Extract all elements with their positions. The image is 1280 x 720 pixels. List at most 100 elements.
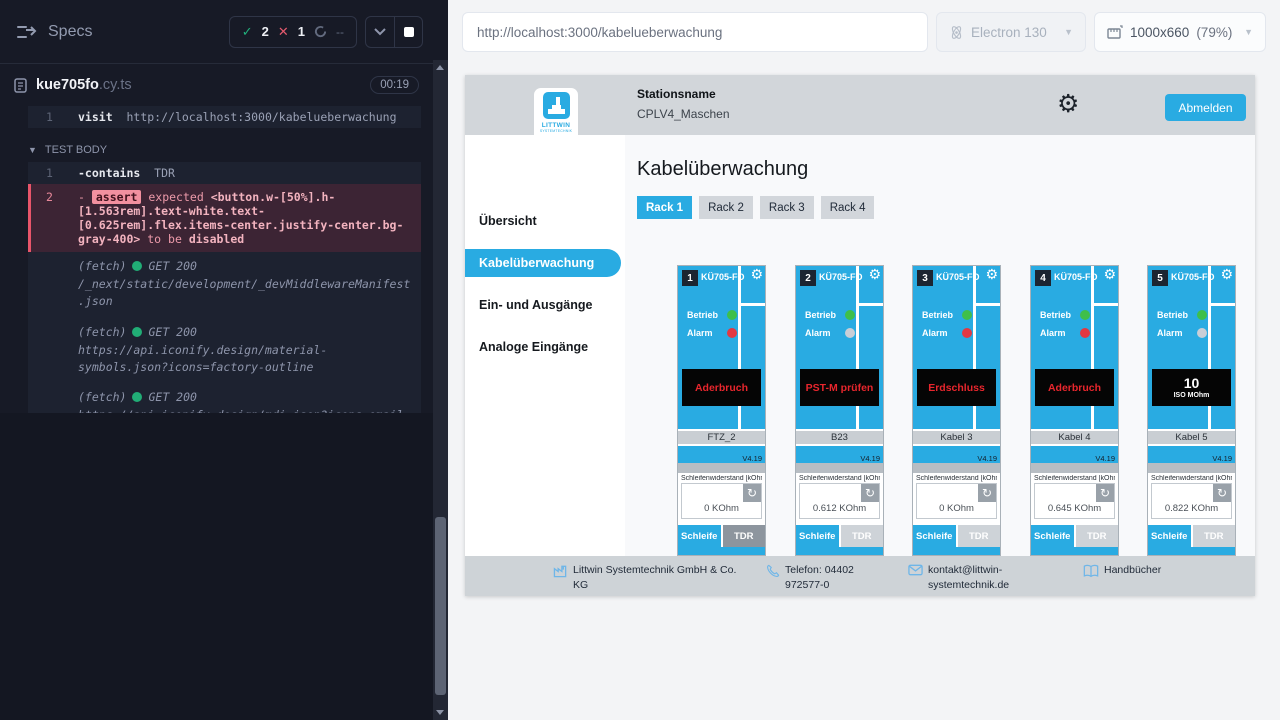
device-settings-gear-icon[interactable]: ⚙ xyxy=(985,267,998,283)
fetch-log-entry[interactable]: (fetch) GET 200 https://api.iconify.desi… xyxy=(28,383,421,413)
rack-tab[interactable]: Rack 2 xyxy=(699,196,753,219)
loop-resistance-value: 0.822 KOhm xyxy=(1152,503,1231,514)
reporter-scrollbar[interactable] xyxy=(433,60,448,720)
collapse-button[interactable] xyxy=(366,17,394,47)
assert-tobe: to be xyxy=(147,232,182,246)
rack-tab[interactable]: Rack 4 xyxy=(821,196,875,219)
station-value: CPLV4_Maschen xyxy=(637,107,730,121)
schleife-button[interactable]: Schleife xyxy=(1148,525,1191,547)
scroll-up-arrow[interactable] xyxy=(436,65,444,70)
footer-phone: Telefon: 04402 972577-0 xyxy=(766,563,888,593)
refresh-icon[interactable]: ↻ xyxy=(1213,484,1231,502)
ruler-icon xyxy=(1107,25,1123,39)
device-model: KÜ705-FO xyxy=(936,272,980,282)
card-separator xyxy=(913,463,1000,473)
sidebar-nav-item[interactable]: Kabelüberwachung xyxy=(465,249,621,277)
fetch-log-entry[interactable]: (fetch) GET 200 https://api.iconify.desi… xyxy=(28,318,421,384)
cable-name: Kabel 3 xyxy=(913,429,1000,446)
device-settings-gear-icon[interactable]: ⚙ xyxy=(1220,267,1233,283)
failed-assert-row[interactable]: 2 - assert expected <button.w-[50%].h-[1… xyxy=(28,184,421,252)
betrieb-label: Betrieb xyxy=(687,310,723,320)
section-label: TEST BODY xyxy=(45,144,107,156)
alarm-label: Alarm xyxy=(1040,328,1076,338)
test-body-section[interactable]: ▼ TEST BODY xyxy=(28,144,421,156)
visit-command-row[interactable]: 1 visit http://localhost:3000/kabelueber… xyxy=(28,106,421,128)
loop-resistance-panel: Schleifenwiderstand [kOhm] ↻ 0.645 KOhm xyxy=(1031,473,1118,525)
loop-resistance-box: ↻ 0.645 KOhm xyxy=(1034,483,1115,519)
device-settings-gear-icon[interactable]: ⚙ xyxy=(868,267,881,283)
contains-arg: TDR xyxy=(154,166,175,180)
loop-resistance-label: Schleifenwiderstand [kOhm] xyxy=(799,475,880,482)
book-icon xyxy=(1083,564,1099,578)
url-input[interactable] xyxy=(462,12,928,52)
app-header: Stationsname CPLV4_Maschen ⚙ Abmelden xyxy=(465,75,1255,135)
card-divider-vertical xyxy=(973,266,976,432)
schleife-button[interactable]: Schleife xyxy=(678,525,721,547)
firmware-version: V4.19 xyxy=(1212,454,1232,463)
sidebar-nav-item[interactable]: Übersicht xyxy=(465,207,625,235)
schleife-button[interactable]: Schleife xyxy=(1031,525,1074,547)
app-footer: Littwin Systemtechnik GmbH & Co. KG Tele… xyxy=(465,556,1255,596)
stop-button[interactable] xyxy=(394,17,422,47)
alarm-led xyxy=(1197,328,1207,338)
refresh-icon[interactable]: ↻ xyxy=(743,484,761,502)
fetch-log-entry[interactable]: (fetch) GET 200 /_next/static/developmen… xyxy=(28,252,421,318)
device-settings-gear-icon[interactable]: ⚙ xyxy=(1103,267,1116,283)
command-log: 1 visit http://localhost:3000/kabelueber… xyxy=(0,106,433,413)
scrollbar-thumb[interactable] xyxy=(435,517,446,695)
littwin-logo: LITTWIN SYSTEMTECHNIK xyxy=(534,88,578,142)
rack-tab[interactable]: Rack 1 xyxy=(637,196,692,219)
spec-file-row[interactable]: kue705fo.cy.ts 00:19 xyxy=(0,64,433,106)
footer-manuals-link[interactable]: Handbücher xyxy=(1083,563,1161,578)
schleife-button[interactable]: Schleife xyxy=(913,525,956,547)
contains-command-row[interactable]: 1 -contains TDR xyxy=(28,162,421,184)
viewport-selector[interactable]: 1000x660 (79%) ▼ xyxy=(1094,12,1266,52)
tdr-button[interactable]: TDR xyxy=(841,525,884,547)
schleife-button[interactable]: Schleife xyxy=(796,525,839,547)
betrieb-label: Betrieb xyxy=(1040,310,1076,320)
card-buttons: Schleife TDR xyxy=(1148,525,1235,547)
refresh-icon[interactable]: ↻ xyxy=(978,484,996,502)
refresh-icon[interactable]: ↻ xyxy=(861,484,879,502)
tdr-button[interactable]: TDR xyxy=(958,525,1001,547)
logout-button[interactable]: Abmelden xyxy=(1165,94,1246,121)
failed-count: 1 xyxy=(298,24,305,39)
test-stats[interactable]: ✓ 2 ✕ 1 -- xyxy=(229,16,357,48)
logo-subtext: SYSTEMTECHNIK xyxy=(540,129,572,133)
rack-tab[interactable]: Rack 3 xyxy=(760,196,814,219)
firmware-version: V4.19 xyxy=(977,454,997,463)
device-number: 1 xyxy=(682,270,698,286)
status-display: Aderbruch xyxy=(1035,369,1114,406)
specs-menu-icon[interactable] xyxy=(16,24,38,40)
browser-selector[interactable]: Electron 130 ▼ xyxy=(936,12,1086,52)
refresh-icon[interactable]: ↻ xyxy=(1096,484,1114,502)
viewport-zoom: (79%) xyxy=(1196,25,1232,40)
loop-resistance-value: 0.645 KOhm xyxy=(1035,503,1114,514)
card-buttons: Schleife TDR xyxy=(1031,525,1118,547)
sidebar-nav-item[interactable]: Ein- und Ausgänge xyxy=(465,291,625,319)
loop-resistance-box: ↻ 0 KOhm xyxy=(681,483,762,519)
fetch-prefix: (fetch) xyxy=(78,325,126,339)
device-number: 2 xyxy=(800,270,816,286)
sidebar-nav-item[interactable]: Analoge Eingänge xyxy=(465,333,625,361)
loop-resistance-value: 0.612 KOhm xyxy=(800,503,879,514)
settings-gear-icon[interactable]: ⚙ xyxy=(1057,89,1079,118)
iso-value: 10 xyxy=(1184,376,1200,391)
fetch-status: GET 200 xyxy=(148,259,196,273)
device-settings-gear-icon[interactable]: ⚙ xyxy=(750,267,763,283)
status-text: Erdschluss xyxy=(928,382,985,394)
betrieb-led xyxy=(962,310,972,320)
screen: Specs ✓ 2 ✕ 1 -- xyxy=(0,0,1280,720)
card-separator xyxy=(1031,463,1118,473)
tdr-button[interactable]: TDR xyxy=(723,525,766,547)
card-buttons: Schleife TDR xyxy=(796,525,883,547)
card-divider-horizontal xyxy=(1211,303,1235,306)
scroll-down-arrow[interactable] xyxy=(436,710,444,715)
tdr-button[interactable]: TDR xyxy=(1076,525,1119,547)
tdr-button[interactable]: TDR xyxy=(1193,525,1236,547)
footer-email[interactable]: kontakt@littwin-systemtechnik.de xyxy=(908,563,1043,593)
betrieb-led xyxy=(1080,310,1090,320)
device-model: KÜ705-FO xyxy=(819,272,863,282)
loop-resistance-panel: Schleifenwiderstand [kOhm] ↻ 0.612 KOhm xyxy=(796,473,883,525)
alarm-label: Alarm xyxy=(1157,328,1193,338)
